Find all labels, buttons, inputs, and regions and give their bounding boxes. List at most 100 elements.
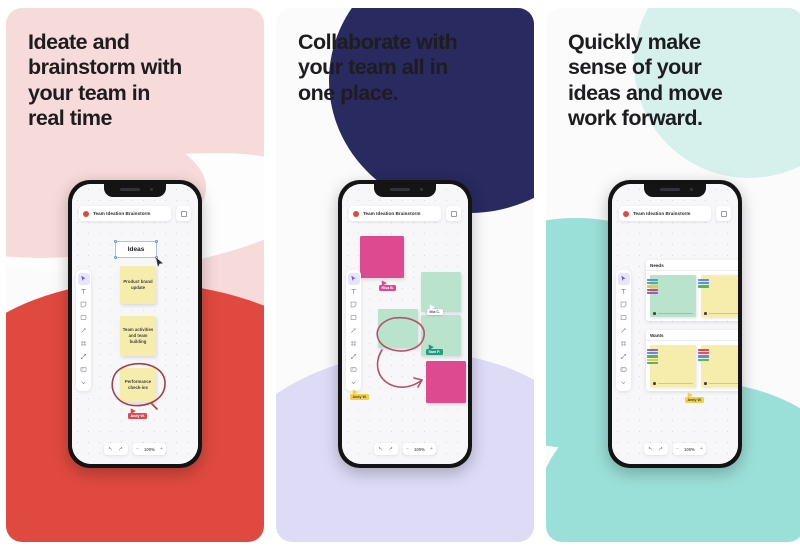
board-title: Team Ideation Brainstorm <box>93 211 151 216</box>
redo-icon[interactable] <box>118 446 124 452</box>
sticky-note-tool[interactable] <box>348 299 360 311</box>
sticky-note[interactable] <box>426 361 466 403</box>
select-tool[interactable] <box>617 272 630 285</box>
connector-tool[interactable] <box>78 351 90 363</box>
gallery-card-collaborate[interactable]: Collaborate with your team all in one pl… <box>276 8 534 542</box>
image-tool[interactable] <box>78 364 90 376</box>
pen-tool[interactable] <box>78 325 90 337</box>
share-board-icon[interactable] <box>176 206 191 221</box>
shape-tool[interactable] <box>78 312 90 324</box>
zoom-controls: − 100% + <box>402 443 437 455</box>
zoom-level: 100% <box>144 446 155 452</box>
sticky-note-tool[interactable] <box>618 299 630 311</box>
frame-wants[interactable]: Wants <box>646 330 738 391</box>
text-tool[interactable] <box>618 286 630 298</box>
zoom-out-button[interactable]: − <box>406 446 409 452</box>
card-headline-ideate: Ideate and brainstorm with your team in … <box>28 30 182 131</box>
text-tool[interactable] <box>348 286 360 298</box>
zoom-level: 100% <box>414 446 425 452</box>
note-tags <box>647 279 658 294</box>
share-board-icon[interactable] <box>446 206 461 221</box>
select-tool[interactable] <box>77 272 90 285</box>
app-logo-dot <box>623 210 629 217</box>
tagged-note[interactable] <box>698 275 738 317</box>
board-title-bar[interactable]: Team Ideation Brainstorm <box>619 206 711 221</box>
board-title: Team Ideation Brainstorm <box>363 211 421 216</box>
shape-tool[interactable] <box>618 312 630 324</box>
chevron-down-icon[interactable] <box>348 377 360 389</box>
zoom-in-button[interactable]: + <box>700 446 703 452</box>
pen-tool[interactable] <box>618 325 630 337</box>
frame-tool[interactable] <box>348 338 360 350</box>
collaborator-cursor: Andy W. <box>128 406 148 419</box>
tagged-note[interactable] <box>647 345 696 387</box>
redo-icon[interactable] <box>388 446 394 452</box>
connector-tool[interactable] <box>348 351 360 363</box>
select-tool[interactable] <box>347 272 360 285</box>
app-logo-dot <box>83 210 89 217</box>
frame-tool[interactable] <box>618 338 630 350</box>
gallery-card-sense[interactable]: Quickly make sense of your ideas and mov… <box>546 8 800 542</box>
phone-mockup-1: Team Ideation Brainstorm Ideas Product b… <box>68 180 202 468</box>
history-controls <box>103 443 128 455</box>
bottom-toolbar-3: − 100% + <box>612 443 738 455</box>
note-footer <box>653 381 693 385</box>
phone-notch <box>104 184 166 197</box>
sticky-note[interactable]: Performance check-ins <box>120 368 156 402</box>
connector-tool[interactable] <box>618 351 630 363</box>
text-tool[interactable] <box>78 286 90 298</box>
tagged-note[interactable] <box>647 275 696 317</box>
gallery-card-ideate[interactable]: Ideate and brainstorm with your team in … <box>6 8 264 542</box>
chevron-down-icon[interactable] <box>78 377 90 389</box>
sticky-note[interactable] <box>360 236 404 278</box>
phone-notch <box>374 184 436 197</box>
note-tags <box>698 279 709 288</box>
note-footer <box>704 311 738 315</box>
collaborator-cursor: Sam P. <box>426 342 443 355</box>
app-top-bar: Team Ideation Brainstorm <box>349 206 461 221</box>
undo-icon[interactable] <box>647 446 653 452</box>
history-controls <box>373 443 398 455</box>
board-title: Team Ideation Brainstorm <box>633 211 691 216</box>
zoom-out-button[interactable]: − <box>676 446 679 452</box>
redo-icon[interactable] <box>658 446 664 452</box>
undo-icon[interactable] <box>107 446 113 452</box>
chevron-down-icon[interactable] <box>618 377 630 389</box>
phone-mockup-3: Team Ideation Brainstorm Needs Wants And… <box>608 180 742 468</box>
bottom-toolbar-1: − 100% + <box>72 443 198 455</box>
zoom-in-button[interactable]: + <box>160 446 163 452</box>
tagged-note[interactable] <box>698 345 738 387</box>
sticky-note[interactable] <box>378 309 418 348</box>
phone-notch <box>644 184 706 197</box>
zoom-out-button[interactable]: − <box>136 446 139 452</box>
collaborator-cursor: Andy W. <box>685 390 705 403</box>
pen-tool[interactable] <box>348 325 360 337</box>
collaborator-cursor: Andy W. <box>350 387 370 400</box>
left-toolbar-2 <box>346 270 361 391</box>
frame-title: Wants <box>646 330 738 341</box>
share-board-icon[interactable] <box>716 206 731 221</box>
frame-title: Needs <box>646 260 738 271</box>
undo-icon[interactable] <box>377 446 383 452</box>
frame-needs[interactable]: Needs <box>646 260 738 321</box>
frame-tool[interactable] <box>78 338 90 350</box>
sticky-note[interactable]: Product brand update <box>120 266 156 304</box>
app-top-bar: Team Ideation Brainstorm <box>619 206 731 221</box>
sticky-note[interactable]: Team activities and team building <box>120 316 156 356</box>
image-tool[interactable] <box>348 364 360 376</box>
collaborator-cursor: Mia C. <box>427 302 443 315</box>
left-toolbar-3 <box>616 270 631 391</box>
board-title-bar[interactable]: Team Ideation Brainstorm <box>349 206 441 221</box>
note-footer <box>704 381 738 385</box>
phone-mockup-2: Team Ideation Brainstorm Risa B. Mia C. … <box>338 180 472 468</box>
image-tool[interactable] <box>618 364 630 376</box>
board-title-bar[interactable]: Team Ideation Brainstorm <box>79 206 171 221</box>
zoom-controls: − 100% + <box>672 443 707 455</box>
sticky-note-tool[interactable] <box>78 299 90 311</box>
card-headline-collaborate: Collaborate with your team all in one pl… <box>298 30 458 105</box>
board-title-shape[interactable]: Ideas <box>114 240 158 259</box>
shape-tool[interactable] <box>348 312 360 324</box>
zoom-in-button[interactable]: + <box>430 446 433 452</box>
note-footer <box>653 311 693 315</box>
card-headline-sense: Quickly make sense of your ideas and mov… <box>568 30 723 131</box>
